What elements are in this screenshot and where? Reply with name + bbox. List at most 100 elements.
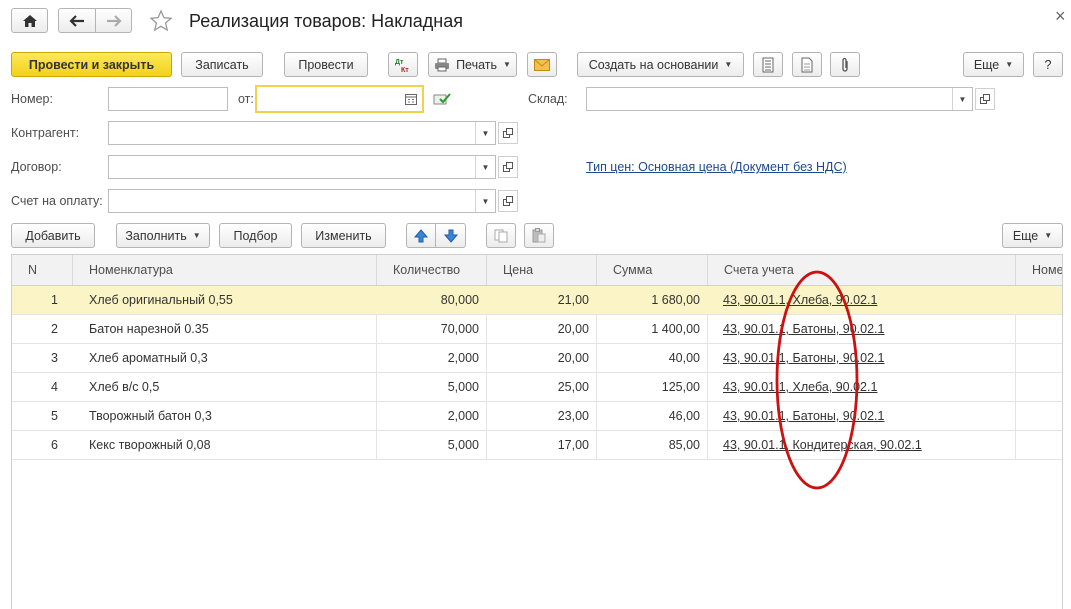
table-row[interactable]: 1 Хлеб оригинальный 0,55 80,000 21,00 1 … xyxy=(12,286,1062,315)
table-row[interactable]: 4 Хлеб в/с 0,5 5,000 25,00 125,00 43, 90… xyxy=(12,373,1062,402)
table-row[interactable]: 3 Хлеб ароматный 0,3 2,000 20,00 40,00 4… xyxy=(12,344,1062,373)
move-up-button[interactable] xyxy=(406,223,436,248)
row-item: Кекс творожный 0,08 xyxy=(89,438,211,452)
paste-button[interactable] xyxy=(524,223,554,248)
printer-icon xyxy=(435,58,450,71)
row-accounts-link[interactable]: 43, 90.01.1, Хлеба, 90.02.1 xyxy=(723,373,1013,401)
post-button[interactable]: Провести xyxy=(284,52,368,77)
row-accounts-link[interactable]: 43, 90.01.1, Хлеба, 90.02.1 xyxy=(723,286,1013,314)
annotation-circle xyxy=(775,270,859,490)
select-label: Подбор xyxy=(233,228,278,243)
counterparty-field[interactable]: ▼ xyxy=(108,121,496,145)
invoice-label: Счет на оплату: xyxy=(11,194,103,208)
table-more-button[interactable]: Еще ▼ xyxy=(1002,223,1063,248)
row-sum: 125,00 xyxy=(661,380,700,394)
help-button[interactable]: ? xyxy=(1033,52,1063,77)
row-sum: 40,00 xyxy=(668,351,700,365)
copy-icon xyxy=(494,229,508,242)
add-button[interactable]: Добавить xyxy=(11,223,95,248)
fill-button[interactable]: Заполнить ▼ xyxy=(116,223,210,248)
column-header-n[interactable]: N xyxy=(12,255,73,285)
contract-field[interactable]: ▼ xyxy=(108,155,496,179)
invoice-open-button[interactable] xyxy=(498,190,518,212)
dt-kt-icon: Дт Кт xyxy=(395,59,409,73)
column-header-price[interactable]: Цена xyxy=(487,255,597,285)
print-button[interactable]: Печать ▼ xyxy=(428,52,517,77)
report-button[interactable] xyxy=(792,52,822,77)
row-item: Творожный батон 0,3 xyxy=(89,409,212,423)
checkmark-icon xyxy=(433,93,451,105)
row-qty: 5,000 xyxy=(447,380,479,394)
change-button[interactable]: Изменить xyxy=(301,223,386,248)
open-icon xyxy=(503,162,513,172)
page-title: Реализация товаров: Накладная xyxy=(189,11,463,31)
chevron-down-icon[interactable]: ▼ xyxy=(952,88,972,110)
goods-table: N Номенклатура Количество Цена Сумма Сче… xyxy=(11,254,1063,609)
date-field[interactable] xyxy=(255,85,424,113)
contract-label: Договор: xyxy=(11,160,62,174)
paperclip-icon xyxy=(842,57,848,72)
document-icon xyxy=(801,57,813,72)
attachment-button[interactable] xyxy=(830,52,860,77)
row-accounts-link[interactable]: 43, 90.01.1, Батоны, 90.02.1 xyxy=(723,315,1013,343)
post-and-close-button[interactable]: Провести и закрыть xyxy=(11,52,172,77)
dt-kt-button[interactable]: Дт Кт xyxy=(388,52,418,77)
column-header-sum[interactable]: Сумма xyxy=(597,255,708,285)
row-qty: 80,000 xyxy=(440,293,479,307)
structure-button[interactable] xyxy=(753,52,783,77)
table-row[interactable]: 5 Творожный батон 0,3 2,000 23,00 46,00 … xyxy=(12,402,1062,431)
row-item: Хлеб ароматный 0,3 xyxy=(89,351,208,365)
home-button[interactable] xyxy=(11,8,48,33)
save-button[interactable]: Записать xyxy=(181,52,263,77)
table-row[interactable]: 2 Батон нарезной 0.35 70,000 20,00 1 400… xyxy=(12,315,1062,344)
create-based-on-label: Создать на основании xyxy=(588,57,719,72)
column-header-extra[interactable]: Номе xyxy=(1016,255,1062,285)
chevron-down-icon: ▼ xyxy=(192,231,201,240)
move-down-button[interactable] xyxy=(435,223,466,248)
chevron-down-icon[interactable]: ▼ xyxy=(475,122,495,144)
copy-button[interactable] xyxy=(486,223,516,248)
counterparty-open-button[interactable] xyxy=(498,122,518,144)
chevron-down-icon[interactable]: ▼ xyxy=(475,190,495,212)
contract-open-button[interactable] xyxy=(498,156,518,178)
row-price: 25,00 xyxy=(557,380,589,394)
table-row[interactable]: 6 Кекс творожный 0,08 5,000 17,00 85,00 … xyxy=(12,431,1062,460)
calendar-button[interactable] xyxy=(400,87,422,111)
row-accounts-link[interactable]: 43, 90.01.1, Кондитерская, 90.02.1 xyxy=(723,431,1013,459)
column-header-accounts[interactable]: Счета учета xyxy=(708,255,1016,285)
column-header-item[interactable]: Номенклатура xyxy=(73,255,377,285)
favorite-button[interactable] xyxy=(148,9,174,33)
row-number: 6 xyxy=(51,438,58,452)
back-button[interactable] xyxy=(58,8,96,33)
row-accounts-link[interactable]: 43, 90.01.1, Батоны, 90.02.1 xyxy=(723,344,1013,372)
close-icon[interactable]: × xyxy=(1055,6,1066,27)
column-header-qty[interactable]: Количество xyxy=(377,255,487,285)
save-label: Записать xyxy=(195,57,249,72)
row-qty: 5,000 xyxy=(447,438,479,452)
svg-text:Кт: Кт xyxy=(401,67,409,73)
arrow-up-icon xyxy=(414,228,428,242)
invoice-field[interactable]: ▼ xyxy=(108,189,496,213)
chevron-down-icon[interactable]: ▼ xyxy=(475,156,495,178)
number-field[interactable] xyxy=(108,87,228,111)
row-price: 17,00 xyxy=(557,438,589,452)
change-label: Изменить xyxy=(315,228,372,243)
more-button[interactable]: Еще ▼ xyxy=(963,52,1024,77)
warehouse-open-button[interactable] xyxy=(975,88,995,110)
price-type-link[interactable]: Тип цен: Основная цена (Документ без НДС… xyxy=(586,160,847,174)
calendar-icon xyxy=(405,93,417,105)
select-button[interactable]: Подбор xyxy=(219,223,292,248)
clipboard-icon xyxy=(532,228,546,243)
warehouse-field[interactable]: ▼ xyxy=(586,87,973,111)
forward-button[interactable] xyxy=(95,8,132,33)
email-button[interactable] xyxy=(527,52,557,77)
check-button[interactable] xyxy=(432,90,452,108)
row-item: Хлеб оригинальный 0,55 xyxy=(89,293,233,307)
row-accounts-link[interactable]: 43, 90.01.1, Батоны, 90.02.1 xyxy=(723,402,1013,430)
open-icon xyxy=(980,94,990,104)
row-sum: 1 400,00 xyxy=(651,322,700,336)
create-based-on-button[interactable]: Создать на основании ▼ xyxy=(577,52,744,77)
row-item: Батон нарезной 0.35 xyxy=(89,322,209,336)
svg-text:Дт: Дт xyxy=(395,59,404,66)
table-more-label: Еще xyxy=(1012,228,1039,243)
